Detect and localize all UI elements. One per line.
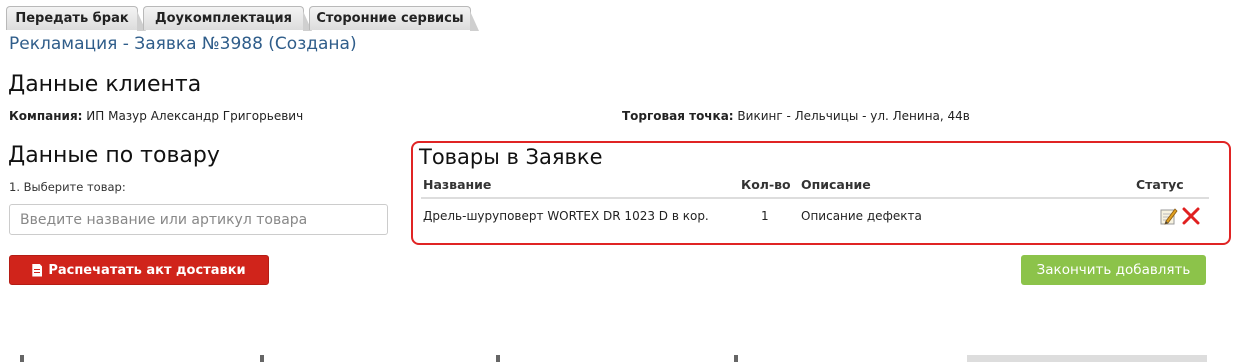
tab-label: Сторонние сервисы [316, 11, 464, 26]
shop-info: Торговая точка: Викинг - Лельчицы - ул. … [622, 109, 970, 123]
print-delivery-act-button[interactable]: Распечатать акт доставки [9, 255, 269, 285]
item-name: Дрель-шуруповерт WORTEX DR 1023 D в кор. [423, 209, 709, 223]
items-heading: Товары в Заявке [419, 145, 603, 169]
items-table-header: Название Кол-во Описание Статус [421, 173, 1209, 199]
pencil-edit-icon[interactable] [1160, 207, 1178, 225]
cropped-glyph [734, 355, 738, 362]
print-button-label: Распечатать акт доставки [48, 262, 246, 278]
table-row: Дрель-шуруповерт WORTEX DR 1023 D в кор.… [421, 201, 1209, 231]
cropped-content-strip [0, 355, 1257, 362]
column-qty: Кол-во [741, 177, 791, 192]
company-label: Компания: [9, 109, 83, 123]
company-value: ИП Мазур Александр Григорьевич [86, 109, 304, 123]
request-items-panel: Товары в Заявке Название Кол-во Описание… [411, 141, 1231, 245]
finish-button-label: Закончить добавлять [1036, 262, 1191, 278]
tab-label: Передать брак [15, 11, 129, 26]
tab-defect[interactable]: Передать брак [6, 6, 146, 31]
cropped-glyph [496, 355, 500, 362]
shop-label: Торговая точка: [622, 109, 734, 123]
product-heading: Данные по товару [8, 143, 220, 168]
finish-adding-button[interactable]: Закончить добавлять [1021, 255, 1206, 285]
column-description: Описание [801, 177, 871, 192]
item-qty: 1 [761, 209, 769, 223]
company-info: Компания: ИП Мазур Александр Григорьевич [9, 109, 303, 123]
cropped-glyph [260, 355, 264, 362]
tab-label: Доукомплектация [155, 11, 292, 26]
client-heading: Данные клиента [8, 72, 202, 97]
red-x-delete-icon[interactable] [1182, 207, 1200, 225]
tab-completion[interactable]: Доукомплектация [143, 6, 312, 31]
tab-external-services[interactable]: Сторонние сервисы [309, 6, 479, 31]
column-name: Название [423, 177, 492, 192]
select-product-label: 1. Выберите товар: [9, 180, 126, 194]
item-description: Описание дефекта [801, 209, 922, 223]
document-icon [32, 263, 43, 277]
column-status: Статус [1136, 177, 1184, 192]
cropped-bar [967, 355, 1207, 362]
product-search-input[interactable] [9, 204, 388, 235]
page-title: Рекламация - Заявка №3988 (Создана) [9, 34, 357, 54]
cropped-glyph [20, 355, 24, 362]
shop-value: Викинг - Лельчицы - ул. Ленина, 44в [737, 109, 970, 123]
